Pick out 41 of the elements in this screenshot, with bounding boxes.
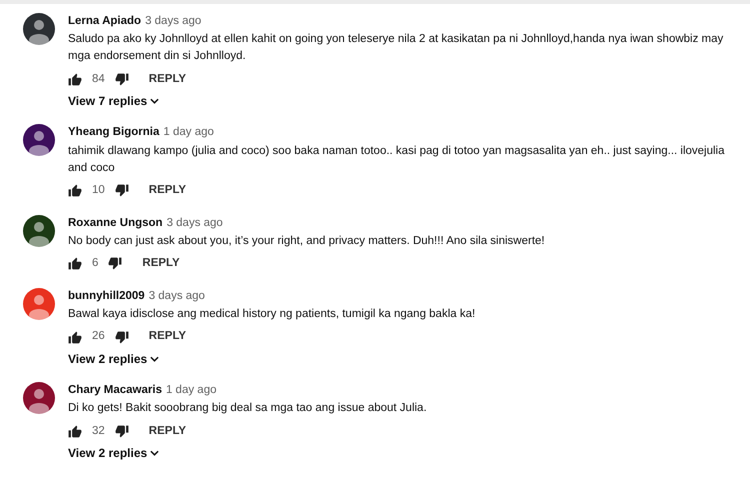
chevron-down-icon bbox=[150, 450, 160, 456]
thumbs-up-icon[interactable] bbox=[68, 184, 82, 197]
like-count: 6 bbox=[92, 256, 98, 272]
reply-button[interactable]: REPLY bbox=[148, 182, 186, 200]
thumbs-up-icon[interactable] bbox=[68, 72, 82, 86]
like-count: 26 bbox=[92, 329, 105, 344]
view-replies-button[interactable]: View 2 replies bbox=[68, 350, 160, 368]
thumbs-down-icon[interactable] bbox=[114, 424, 129, 438]
comment-text: Saludo pa ako ky Johnlloyd at ellen kahit on going yon teleserye nila 2 at kasikatan pa ni Johnlloyd,handa nya iwan showbiz may mga endorsement din si Johnlloyd. bbox=[68, 32, 724, 64]
like-count: 32 bbox=[92, 424, 105, 439]
author-name[interactable]: bunnyhill2009 bbox=[68, 288, 145, 305]
reply-button[interactable]: REPLY bbox=[148, 422, 186, 440]
thumbs-down-icon[interactable] bbox=[114, 72, 129, 86]
comment-text: No body can just ask about you, it’s your right, and privacy matters. Duh!!! Ano sila siniswerte! bbox=[68, 234, 545, 249]
comment-time[interactable]: 3 days ago bbox=[148, 288, 205, 305]
author-name[interactable]: Lerna Apiado bbox=[68, 13, 142, 30]
thumbs-down-icon[interactable] bbox=[114, 330, 129, 344]
like-count: 84 bbox=[92, 72, 105, 87]
view-replies-button[interactable]: View 2 replies bbox=[68, 444, 160, 462]
chevron-down-icon bbox=[150, 98, 160, 104]
comment-text: Di ko gets! Bakit sooobrang big deal sa mga tao ang issue about Julia. bbox=[68, 401, 427, 416]
reply-button[interactable]: REPLY bbox=[148, 70, 186, 88]
thumbs-down-icon[interactable] bbox=[114, 184, 129, 197]
thumbs-up-icon[interactable] bbox=[68, 330, 82, 344]
like-count: 10 bbox=[92, 182, 105, 198]
comment-time[interactable]: 1 day ago bbox=[166, 382, 216, 400]
reply-button[interactable]: REPLY bbox=[142, 255, 180, 272]
thumbs-up-icon[interactable] bbox=[68, 257, 82, 270]
reply-button[interactable]: REPLY bbox=[148, 328, 186, 346]
author-name[interactable]: Chary Macawaris bbox=[68, 382, 162, 400]
chevron-down-icon bbox=[150, 356, 160, 362]
view-replies-button[interactable]: View 7 replies bbox=[68, 92, 160, 110]
comment-time[interactable]: 3 days ago bbox=[166, 214, 223, 232]
author-name[interactable]: Roxanne Ungson bbox=[68, 214, 163, 232]
author-name[interactable]: Yheang Bigornia bbox=[68, 124, 160, 142]
comment-text: tahimik dlawang kampo (julia and coco) soo baka naman totoo.. kasi pag di totoo yan magsasalita yan eh.. just saying... ilovejulia and coco bbox=[68, 144, 726, 176]
comment-time[interactable]: 3 days ago bbox=[145, 13, 202, 30]
thumbs-down-icon[interactable] bbox=[108, 257, 122, 270]
comment-time[interactable]: 1 day ago bbox=[163, 124, 214, 142]
thumbs-up-icon[interactable] bbox=[68, 424, 82, 438]
comment-text: Bawal kaya idisclose ang medical history ng patients, tumigil ka ngang bakla ka! bbox=[68, 307, 476, 322]
